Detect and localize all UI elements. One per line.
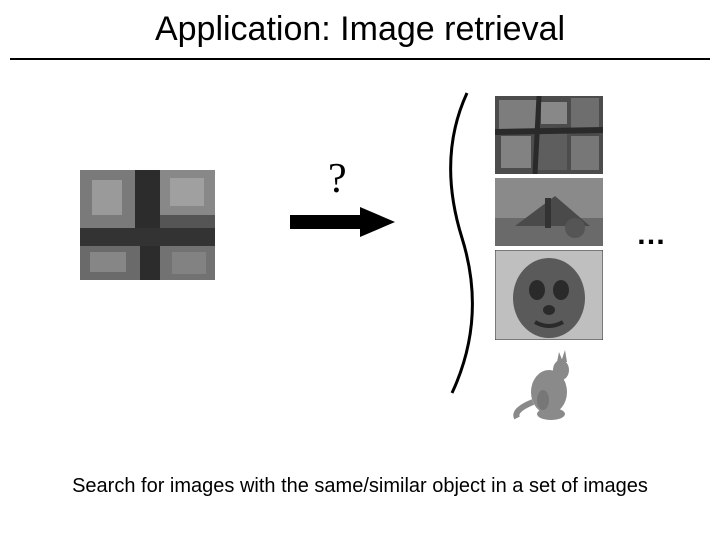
query-marker: ?: [328, 155, 410, 203]
brace-icon: [432, 88, 482, 398]
slide-title: Application: Image retrieval: [0, 10, 720, 49]
arrow-icon: [290, 207, 395, 237]
result-image-3: [495, 250, 603, 340]
result-image-4: [503, 344, 595, 422]
slide-caption: Search for images with the same/similar …: [0, 475, 720, 498]
query-image: [80, 170, 215, 280]
result-column: [495, 96, 603, 422]
result-image-1: [495, 96, 603, 174]
ellipsis-icon: …: [636, 218, 664, 252]
result-image-2: [495, 178, 603, 246]
title-underline: [10, 58, 710, 60]
